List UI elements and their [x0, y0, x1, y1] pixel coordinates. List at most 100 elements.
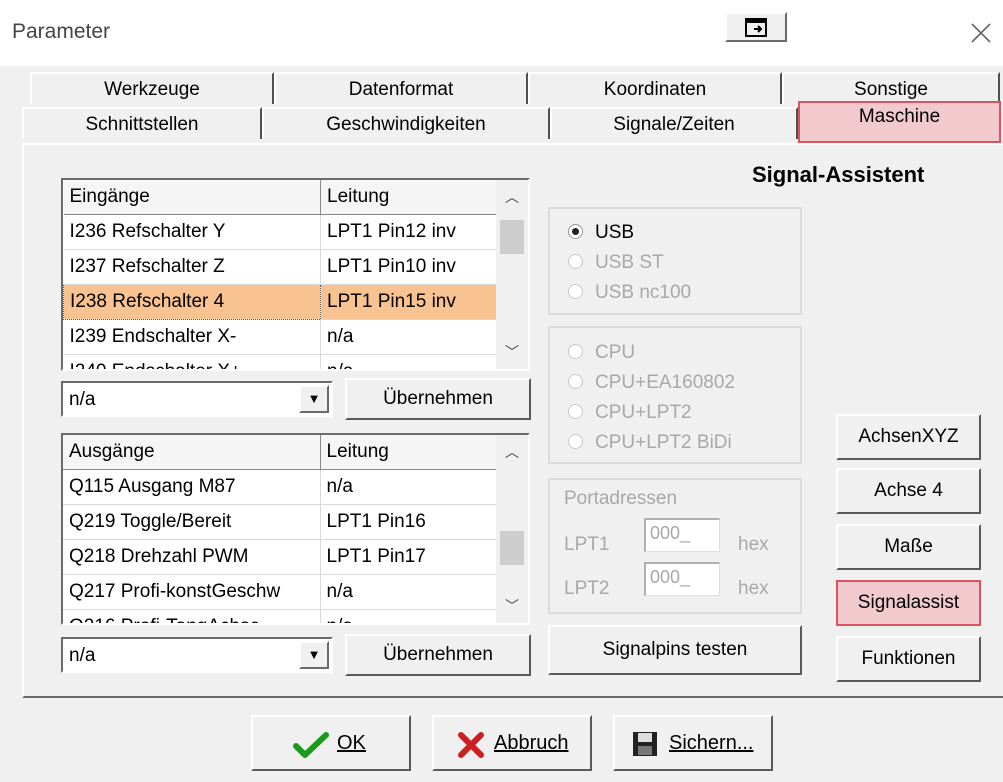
- radio-label: USB ST: [595, 252, 664, 273]
- radio-icon: [568, 344, 583, 359]
- window-restore-button[interactable]: [725, 12, 787, 42]
- radio-cpu-lpt2[interactable]: CPU+LPT2: [568, 402, 692, 424]
- radio-usb-st[interactable]: USB ST: [568, 252, 664, 274]
- output-name-cell[interactable]: Q219 Toggle/Bereit: [63, 504, 321, 540]
- column-header-inputs[interactable]: Eingänge: [63, 180, 321, 215]
- parameter-dialog: Parameter Werkzeuge Datenformat Koordina…: [0, 0, 1003, 782]
- lpt2-unit: hex: [738, 578, 769, 599]
- lpt2-label: LPT2: [564, 578, 610, 599]
- input-name-cell[interactable]: I240 Endschalter X+: [63, 354, 321, 369]
- inputs-scrollbar[interactable]: ︿ ﹀: [496, 180, 528, 369]
- input-name-cell[interactable]: I239 Endschalter X-: [63, 319, 321, 355]
- scroll-down-icon[interactable]: ﹀: [496, 589, 528, 623]
- output-line-cell[interactable]: n/a: [320, 469, 497, 505]
- radio-cpu-lpt2-bidi[interactable]: CPU+LPT2 BiDi: [568, 432, 732, 454]
- radio-icon: [568, 404, 583, 419]
- tab-maschine[interactable]: Maschine: [798, 101, 1001, 143]
- output-line-cell[interactable]: n/a: [320, 574, 497, 610]
- radio-usb[interactable]: USB: [568, 222, 634, 244]
- radio-icon: [568, 434, 583, 449]
- chevron-down-icon[interactable]: ▼: [299, 385, 329, 413]
- save-label: Sichern...: [669, 732, 754, 754]
- column-header-line[interactable]: Leitung: [320, 435, 497, 470]
- table-row[interactable]: I240 Endschalter X+ n/a: [63, 354, 497, 369]
- output-line-cell[interactable]: n/a: [320, 609, 497, 623]
- port-address-title: Portadressen: [564, 488, 678, 509]
- scroll-thumb[interactable]: [500, 220, 524, 254]
- radio-icon: [568, 254, 583, 269]
- scroll-down-icon[interactable]: ﹀: [496, 335, 528, 369]
- column-header-line[interactable]: Leitung: [320, 180, 497, 215]
- table-row[interactable]: I239 Endschalter X- n/a: [63, 319, 497, 355]
- radio-usb-nc100[interactable]: USB nc100: [568, 282, 691, 304]
- input-name-cell[interactable]: I238 Refschalter 4: [63, 283, 321, 320]
- ok-button[interactable]: OK: [251, 715, 411, 771]
- table-row-selected[interactable]: I238 Refschalter 4 LPT1 Pin15 inv: [63, 283, 497, 320]
- scroll-up-icon[interactable]: ︿: [496, 180, 528, 214]
- chevron-down-icon[interactable]: ▼: [299, 641, 329, 669]
- axis-4-button[interactable]: Achse 4: [836, 468, 981, 514]
- apply-output-button[interactable]: Übernehmen: [345, 634, 531, 676]
- table-row[interactable]: I237 Refschalter Z LPT1 Pin10 inv: [63, 249, 497, 285]
- table-row[interactable]: Q216 Profi-TangAchse n/a: [63, 609, 497, 623]
- tab-datenformat[interactable]: Datenformat: [274, 72, 528, 104]
- radio-label: CPU+LPT2 BiDi: [595, 432, 732, 453]
- save-button[interactable]: Sichern...: [613, 715, 773, 771]
- lpt1-address-field[interactable]: 000_: [644, 518, 720, 552]
- tab-werkzeuge[interactable]: Werkzeuge: [30, 72, 274, 104]
- output-name-cell[interactable]: Q217 Profi-konstGeschw: [63, 574, 321, 610]
- table-row[interactable]: Q219 Toggle/Bereit LPT1 Pin16: [63, 504, 497, 540]
- functions-button[interactable]: Funktionen: [836, 636, 981, 682]
- input-name-cell[interactable]: I237 Refschalter Z: [63, 249, 321, 285]
- signal-assist-button[interactable]: Signalassist: [836, 580, 981, 626]
- table-row[interactable]: I236 Refschalter Y LPT1 Pin12 inv: [63, 214, 497, 250]
- close-icon[interactable]: [966, 18, 996, 48]
- radio-cpu-ea160802[interactable]: CPU+EA160802: [568, 372, 735, 394]
- window-restore-icon: [745, 18, 767, 37]
- input-line-cell[interactable]: n/a: [320, 354, 497, 369]
- scroll-up-icon[interactable]: ︿: [496, 435, 528, 469]
- table-row[interactable]: Q218 Drehzahl PWM LPT1 Pin17: [63, 539, 497, 575]
- apply-input-button[interactable]: Übernehmen: [345, 378, 531, 420]
- output-name-cell[interactable]: Q218 Drehzahl PWM: [63, 539, 321, 575]
- input-line-cell[interactable]: LPT1 Pin12 inv: [320, 214, 497, 250]
- output-name-cell[interactable]: Q115 Ausgang M87: [63, 469, 321, 505]
- tab-geschwindigkeiten[interactable]: Geschwindigkeiten: [262, 107, 550, 139]
- title-bar: Parameter: [0, 0, 1003, 66]
- lpt2-address-field[interactable]: 000_: [644, 562, 720, 596]
- output-line-select[interactable]: n/a ▼: [61, 637, 333, 673]
- output-line-cell[interactable]: LPT1 Pin16: [320, 504, 497, 540]
- output-line-cell[interactable]: LPT1 Pin17: [320, 539, 497, 575]
- radio-label: CPU+LPT2: [595, 402, 692, 423]
- outputs-grid[interactable]: Ausgänge Leitung Q115 Ausgang M87 n/a Q2…: [61, 433, 530, 625]
- input-line-cell[interactable]: LPT1 Pin10 inv: [320, 249, 497, 285]
- radio-label: USB nc100: [595, 282, 692, 303]
- input-line-select[interactable]: n/a ▼: [61, 381, 333, 417]
- column-header-outputs[interactable]: Ausgänge: [63, 435, 321, 470]
- table-row[interactable]: Q217 Profi-konstGeschw n/a: [63, 574, 497, 610]
- signal-assistant-heading: Signal-Assistent: [752, 162, 925, 187]
- cancel-button[interactable]: Abbruch: [432, 715, 592, 771]
- radio-icon: [568, 374, 583, 389]
- radio-cpu[interactable]: CPU: [568, 342, 635, 364]
- test-signal-pins-button[interactable]: Signalpins testen: [548, 625, 802, 675]
- input-name-cell[interactable]: I236 Refschalter Y: [63, 214, 321, 250]
- radio-selected-icon: [568, 224, 583, 239]
- radio-label: CPU+EA160802: [595, 372, 735, 393]
- output-line-select-value: n/a: [69, 645, 96, 666]
- tab-sonstige[interactable]: Sonstige: [782, 72, 1000, 104]
- outputs-scrollbar[interactable]: ︿ ﹀: [496, 435, 528, 623]
- table-row[interactable]: Q115 Ausgang M87 n/a: [63, 469, 497, 505]
- axes-xyz-button[interactable]: AchsenXYZ: [836, 414, 981, 460]
- window-title: Parameter: [12, 20, 111, 43]
- radio-icon: [568, 284, 583, 299]
- input-line-cell[interactable]: LPT1 Pin15 inv: [320, 284, 497, 320]
- tab-schnittstellen[interactable]: Schnittstellen: [22, 107, 262, 139]
- inputs-grid[interactable]: Eingänge Leitung I236 Refschalter Y LPT1…: [61, 178, 530, 371]
- tab-signale-zeiten[interactable]: Signale/Zeiten: [550, 107, 798, 139]
- input-line-cell[interactable]: n/a: [320, 319, 497, 355]
- scroll-thumb[interactable]: [500, 531, 524, 565]
- output-name-cell[interactable]: Q216 Profi-TangAchse: [63, 609, 321, 623]
- dimensions-button[interactable]: Maße: [836, 524, 981, 570]
- tab-koordinaten[interactable]: Koordinaten: [528, 72, 782, 104]
